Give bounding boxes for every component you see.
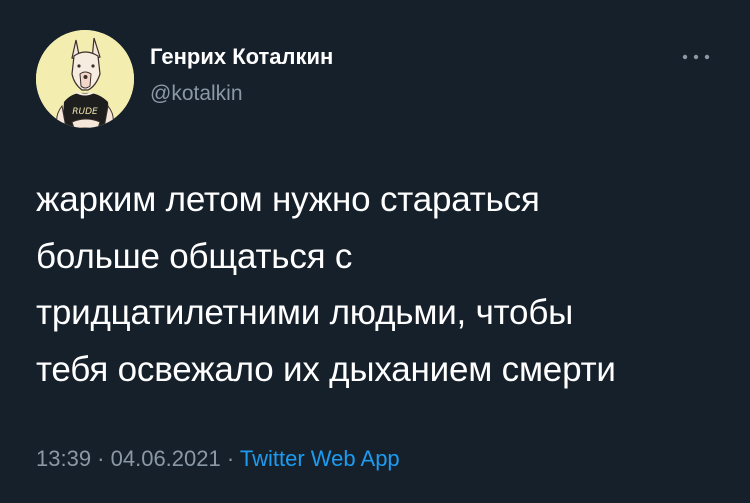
- tweet-text-line: тридцатилетними людьми, чтобы: [36, 293, 574, 332]
- tweet-text-line: жарким летом нужно стараться: [36, 180, 540, 219]
- tweet-text: жарким летом нужно стараться больше обща…: [36, 172, 726, 398]
- tweet-text-line: больше общаться с: [36, 236, 353, 276]
- author-display-name[interactable]: Генрих Коталкин: [150, 44, 333, 70]
- avatar[interactable]: RUDE: [36, 30, 134, 128]
- meta-separator: ·: [220, 446, 240, 471]
- tweet-time[interactable]: 13:39: [36, 446, 91, 471]
- more-options-button[interactable]: [678, 46, 714, 68]
- tweet-card: RUDE Генрих Коталкин @kotalkin жарким ле…: [0, 0, 750, 503]
- author-handle[interactable]: @kotalkin: [150, 82, 243, 106]
- tweet-date[interactable]: 04.06.2021: [111, 446, 221, 471]
- tweet-text-line: тебя освежало их дыханием смерти: [36, 349, 616, 389]
- meta-separator: ·: [91, 446, 111, 471]
- more-horizontal-icon: [682, 54, 710, 60]
- tweet-source-link[interactable]: Twitter Web App: [240, 446, 400, 471]
- avatar-shirt-text: RUDE: [72, 107, 98, 117]
- dog-avatar-illustration: RUDE: [36, 30, 134, 128]
- tweet-metadata: 13:39 · 04.06.2021 · Twitter Web App: [36, 446, 400, 472]
